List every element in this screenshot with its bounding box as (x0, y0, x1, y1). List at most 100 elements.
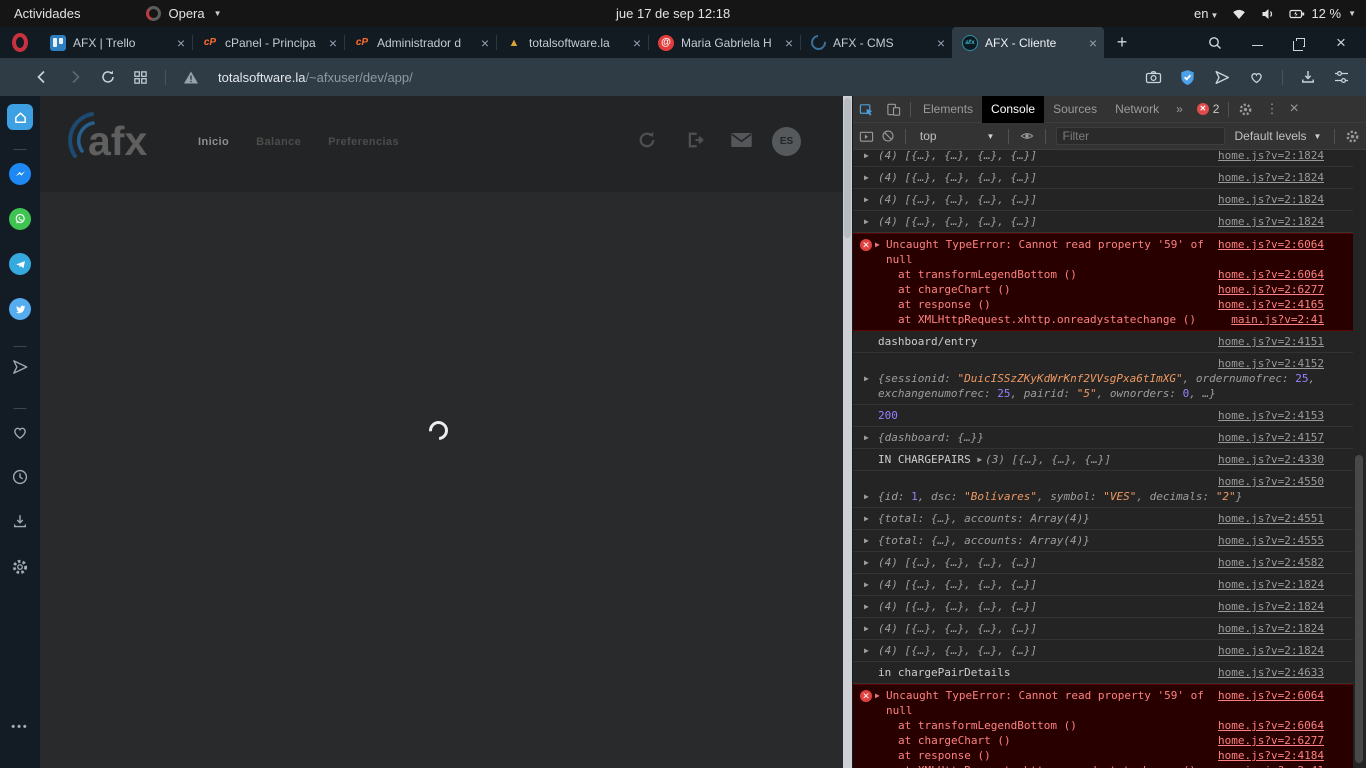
source-link[interactable]: home.js?v=2:4551 (1218, 511, 1324, 526)
search-icon[interactable] (1194, 27, 1236, 58)
app-menu[interactable]: Opera ▼ (146, 6, 221, 21)
source-link[interactable]: home.js?v=2:4555 (1218, 533, 1324, 548)
speed-dial-home-button[interactable] (7, 104, 33, 130)
battery-indicator[interactable]: 12 % ▼ (1289, 6, 1356, 22)
my-flow-send-icon[interactable] (1213, 69, 1231, 86)
expand-arrow-icon[interactable]: ▶ (864, 371, 878, 386)
source-link[interactable]: home.js?v=2:1824 (1218, 577, 1324, 592)
forward-icon[interactable] (67, 69, 83, 85)
source-link[interactable]: home.js?v=2:1824 (1218, 643, 1324, 658)
source-link[interactable]: home.js?v=2:1824 (1218, 621, 1324, 636)
expand-arrow-icon[interactable]: ▶ (864, 489, 878, 504)
adblock-shield-icon[interactable] (1179, 69, 1196, 86)
bookmark-heart-icon[interactable] (1248, 69, 1265, 85)
snapshot-camera-icon[interactable] (1145, 69, 1162, 85)
whatsapp-button[interactable] (9, 208, 31, 230)
console-filter-input[interactable] (1056, 127, 1225, 145)
source-link[interactable]: home.js?v=2:6064 (1218, 688, 1324, 703)
devtools-tab-elements[interactable]: Elements (914, 96, 982, 123)
devtools-tab-console[interactable]: Console (982, 96, 1044, 123)
source-link[interactable]: home.js?v=2:6064 (1218, 237, 1324, 252)
speed-dial-icon[interactable] (133, 70, 148, 85)
tab-afx-trello[interactable]: AFX | Trello× (40, 27, 192, 58)
tab-close-button[interactable]: × (481, 36, 489, 50)
expand-arrow-icon[interactable]: ▶ (977, 455, 982, 464)
downloads-icon[interactable] (1300, 69, 1316, 85)
expand-arrow-icon[interactable]: ▶ (864, 430, 878, 445)
devtools-tab-sources[interactable]: Sources (1044, 96, 1106, 123)
expand-arrow-icon[interactable]: ▶ (864, 511, 878, 526)
mail-icon[interactable] (730, 130, 753, 150)
site-security-warning-icon[interactable] (183, 70, 199, 85)
downloads-sidebar-button[interactable] (12, 513, 29, 530)
execution-context-selector[interactable]: top ▼ (916, 129, 999, 143)
restore-button[interactable] (1278, 27, 1320, 58)
source-link[interactable]: home.js?v=2:6277 (1218, 733, 1324, 748)
tab-maria-gabriela-h[interactable]: @Maria Gabriela H× (648, 27, 800, 58)
my-flow-button[interactable] (11, 358, 30, 376)
tab-cpanel-principa[interactable]: cPcPanel - Principa× (192, 27, 344, 58)
new-tab-button[interactable]: + (1104, 27, 1140, 58)
console-scrollbar-thumb[interactable] (1355, 455, 1363, 763)
devtools-tab-network[interactable]: Network (1106, 96, 1168, 123)
activities-button[interactable]: Actividades (14, 6, 80, 21)
source-link[interactable]: home.js?v=2:6064 (1218, 718, 1324, 733)
telegram-button[interactable] (9, 253, 31, 275)
expand-arrow-icon[interactable]: ▶ (864, 577, 878, 592)
devtools-close-icon[interactable]: × (1284, 100, 1307, 118)
source-link[interactable]: main.js?v=2:41 (1231, 312, 1324, 327)
history-button[interactable] (11, 468, 29, 486)
minimize-button[interactable] (1236, 27, 1278, 58)
clock[interactable]: jue 17 de sep 12:18 (616, 0, 730, 27)
opera-logo[interactable] (0, 27, 40, 58)
source-link[interactable]: home.js?v=2:4184 (1218, 748, 1324, 763)
easy-setup-sliders-icon[interactable] (1333, 69, 1350, 85)
page-scrollbar[interactable] (843, 96, 852, 768)
source-link[interactable]: home.js?v=2:4550 (1218, 475, 1324, 488)
source-link[interactable]: home.js?v=2:4330 (1218, 452, 1324, 467)
expand-arrow-icon[interactable]: ▶ (864, 214, 878, 229)
nav-item-inicio[interactable]: Inicio (198, 136, 229, 148)
close-window-button[interactable]: × (1320, 27, 1362, 58)
keyboard-layout-indicator[interactable]: en▼ (1194, 6, 1218, 21)
tab-administrador-d[interactable]: cPAdministrador d× (344, 27, 496, 58)
source-link[interactable]: main.js?v=2:41 (1231, 763, 1324, 768)
source-link[interactable]: home.js?v=2:4165 (1218, 297, 1324, 312)
reload-icon[interactable] (100, 69, 116, 85)
source-link[interactable]: home.js?v=2:6277 (1218, 282, 1324, 297)
devtools-menu-dots-icon[interactable]: ⋮ (1259, 101, 1284, 117)
source-link[interactable]: home.js?v=2:1824 (1218, 214, 1324, 229)
bookmarks-button[interactable] (11, 423, 30, 441)
sidebar-more-button[interactable]: ••• (11, 721, 29, 733)
tab-close-button[interactable]: × (785, 36, 793, 50)
expand-arrow-icon[interactable]: ▶ (864, 599, 878, 614)
settings-sidebar-button[interactable] (11, 558, 29, 576)
source-link[interactable]: home.js?v=2:6064 (1218, 267, 1324, 282)
back-icon[interactable] (34, 69, 50, 85)
tab-close-button[interactable]: × (329, 36, 337, 50)
afx-logo[interactable]: afx (62, 108, 174, 172)
log-levels-selector[interactable]: Default levels ▼ (1232, 129, 1325, 143)
source-link[interactable]: home.js?v=2:4633 (1218, 665, 1324, 680)
user-avatar[interactable]: ES (772, 127, 801, 156)
source-link[interactable]: home.js?v=2:1824 (1218, 150, 1324, 163)
source-link[interactable]: home.js?v=2:4152 (1218, 357, 1324, 370)
clear-console-icon[interactable] (881, 123, 895, 150)
expand-arrow-icon[interactable]: ▶ (875, 237, 886, 252)
wifi-icon[interactable] (1231, 6, 1247, 22)
inspect-element-icon[interactable] (853, 96, 880, 123)
tab-totalsoftware-la[interactable]: ▲totalsoftware.la× (496, 27, 648, 58)
source-link[interactable]: home.js?v=2:1824 (1218, 599, 1324, 614)
expand-arrow-icon[interactable]: ▶ (864, 170, 878, 185)
expand-arrow-icon[interactable]: ▶ (864, 150, 878, 163)
source-link[interactable]: home.js?v=2:1824 (1218, 192, 1324, 207)
source-link[interactable]: home.js?v=2:1824 (1218, 170, 1324, 185)
expand-arrow-icon[interactable]: ▶ (864, 621, 878, 636)
expand-arrow-icon[interactable]: ▶ (864, 192, 878, 207)
source-link[interactable]: home.js?v=2:4582 (1218, 555, 1324, 570)
console-settings-gear-icon[interactable] (1345, 123, 1360, 150)
tab-close-button[interactable]: × (177, 36, 185, 50)
console-sidebar-toggle-icon[interactable] (859, 123, 874, 150)
device-toolbar-icon[interactable] (880, 96, 907, 123)
more-tabs-icon[interactable]: » (1168, 102, 1191, 116)
